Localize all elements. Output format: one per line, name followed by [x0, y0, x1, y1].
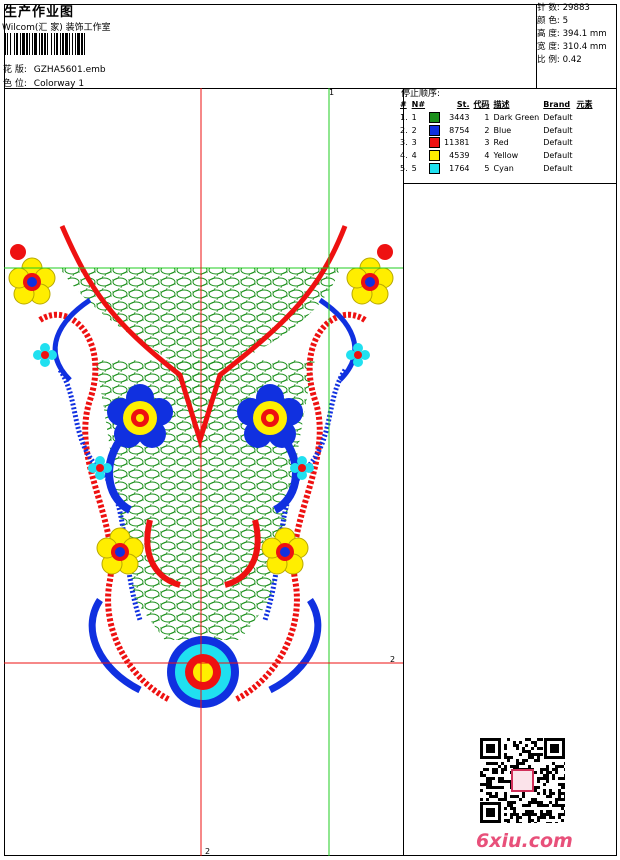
- embroidery-design: [4, 88, 403, 856]
- flower-top-left: [8, 257, 56, 305]
- bud-top-right: [377, 244, 393, 260]
- guide-label-top: 1: [329, 88, 335, 97]
- guide-label-right: 2: [390, 655, 396, 664]
- flower-top-right: [346, 257, 394, 305]
- bud-top-left: [10, 244, 26, 260]
- scroll-left-top-blue: [52, 297, 92, 382]
- bottom-medallion: [167, 636, 239, 708]
- qr-code: [480, 738, 565, 823]
- watermark-logo: 6xiu.com: [476, 830, 573, 852]
- guide-label-bottom: 2: [205, 847, 211, 856]
